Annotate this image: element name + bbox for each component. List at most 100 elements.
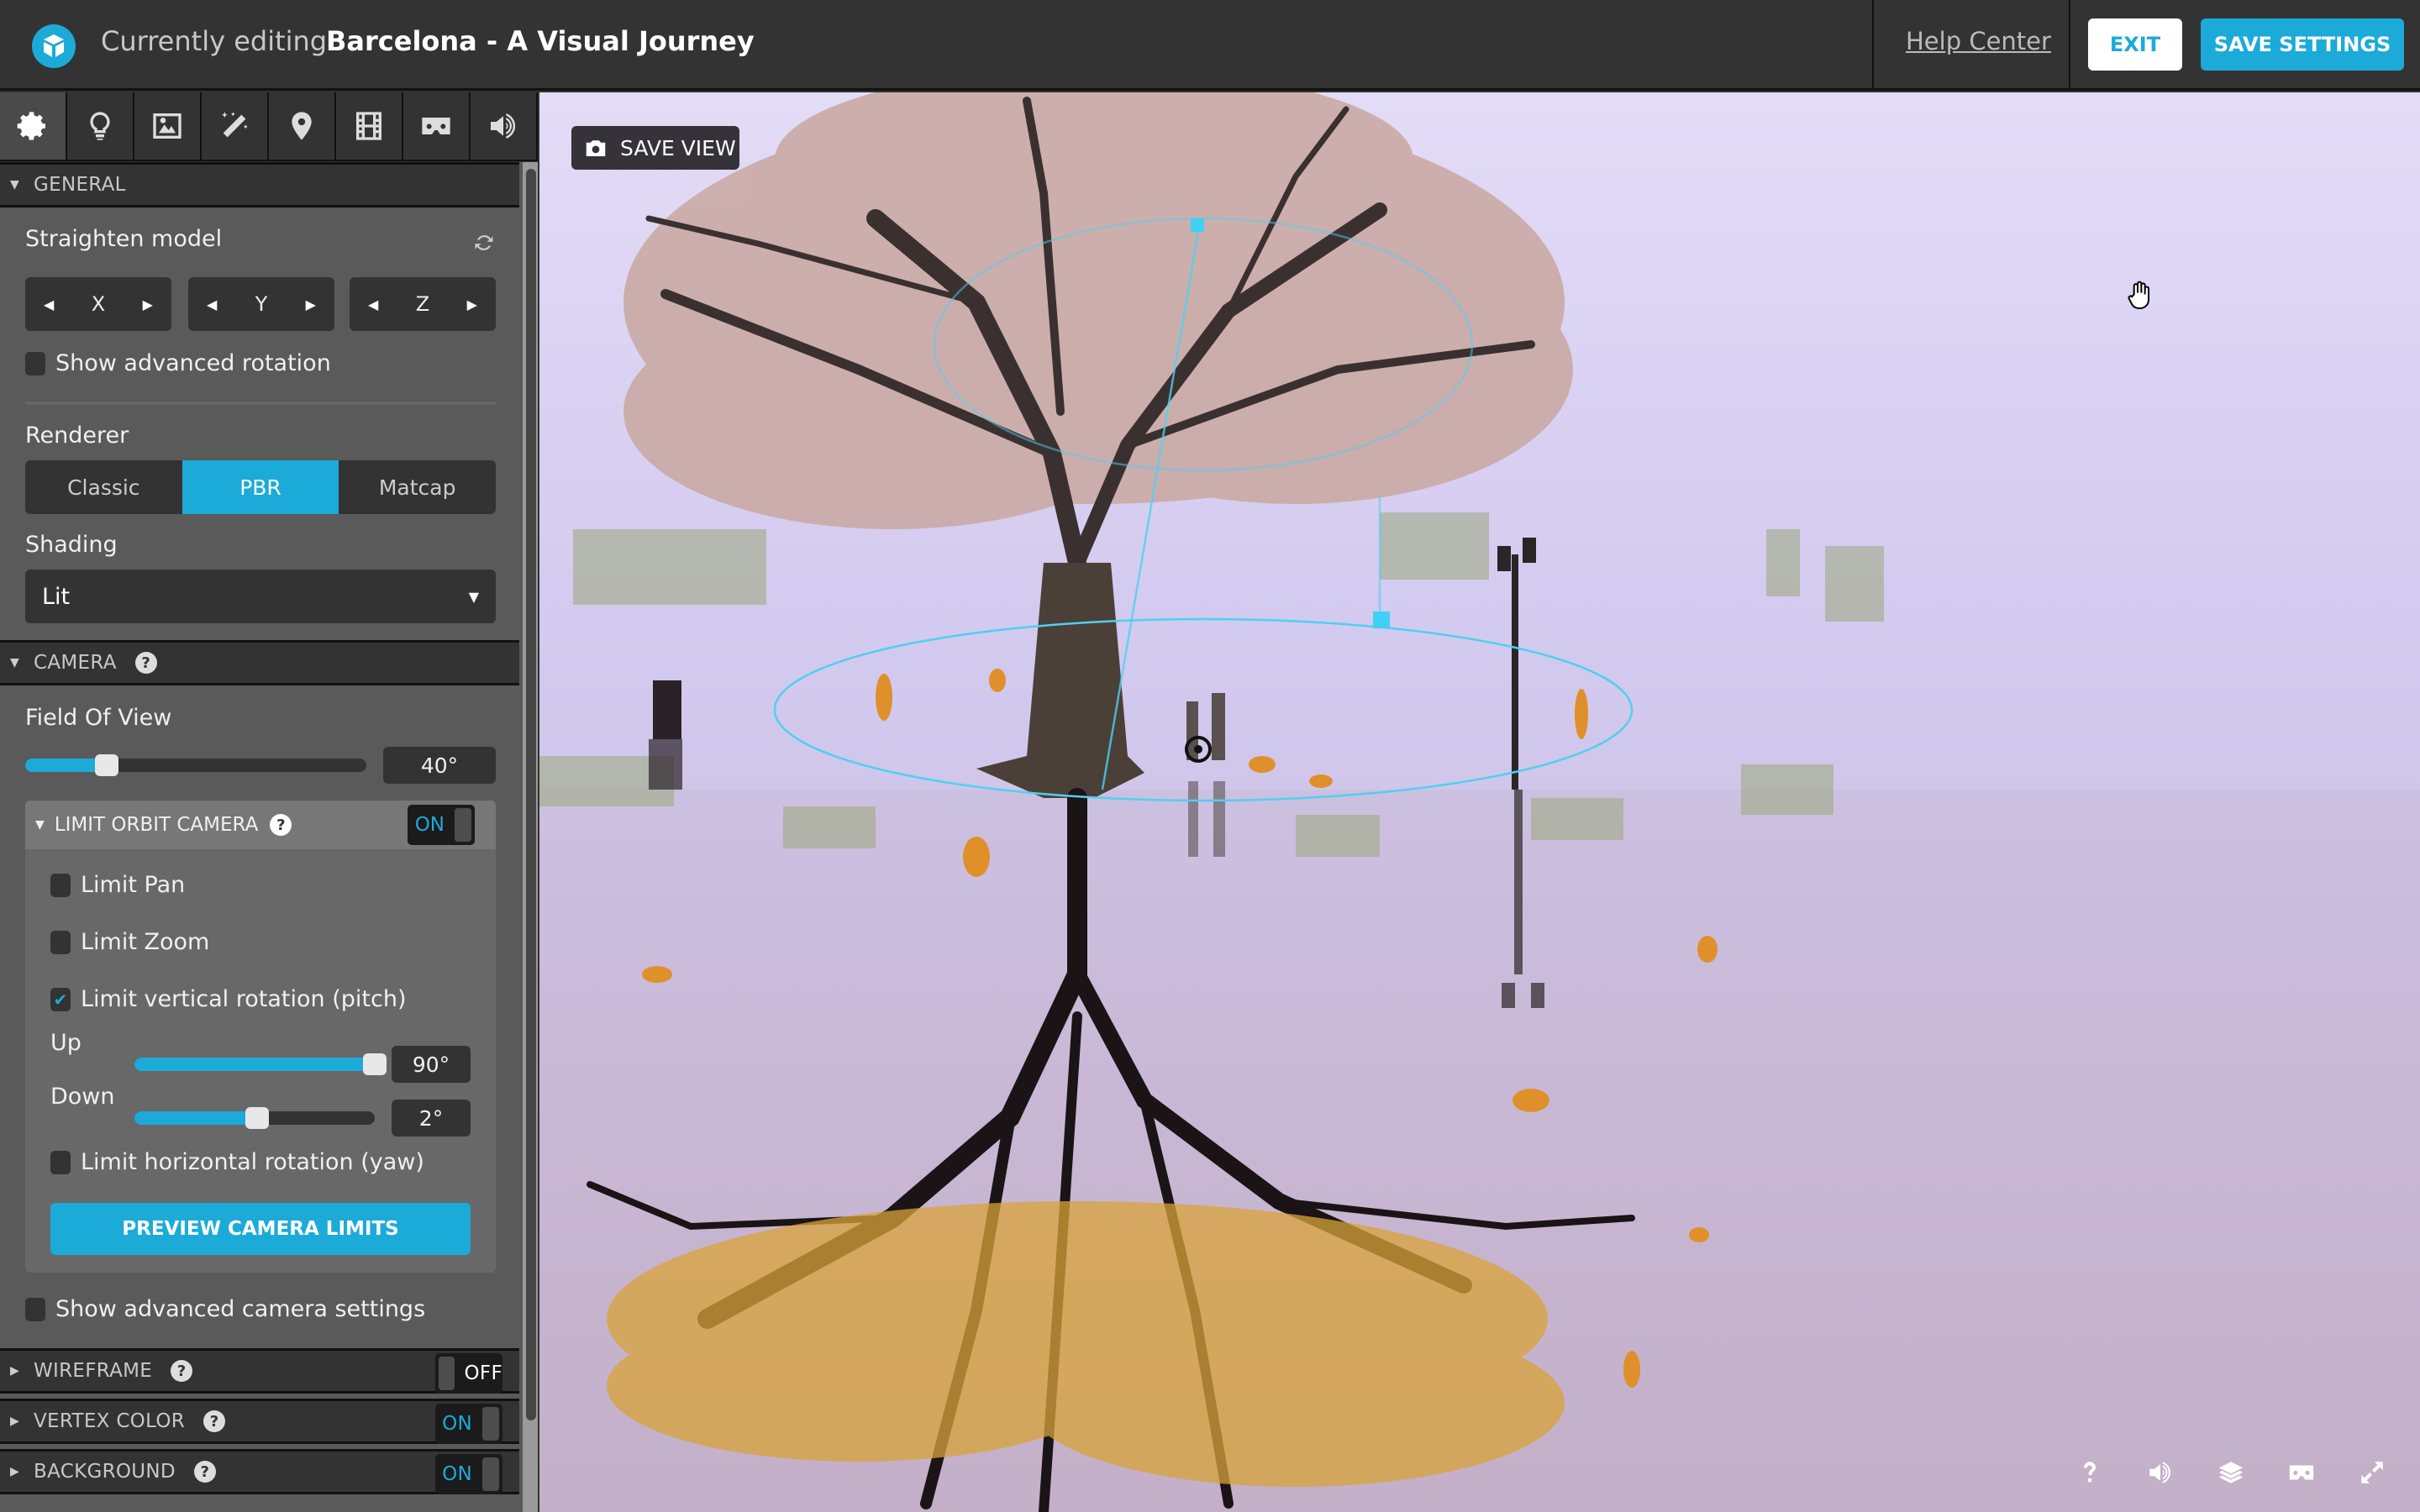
toggle-knob (455, 808, 471, 842)
fov-label: Field Of View (25, 705, 172, 731)
preview-camera-limits-button[interactable]: PREVIEW CAMERA LIMITS (50, 1203, 471, 1255)
rotate-y-left-button[interactable]: ◀ (207, 297, 217, 312)
sidebar-scrollbar[interactable] (521, 162, 538, 1512)
shading-select[interactable]: Lit ▼ (25, 570, 496, 623)
help-icon[interactable]: ? (171, 1360, 193, 1382)
magic-wand-icon (222, 112, 248, 138)
slider-handle[interactable] (363, 1053, 387, 1075)
limit-orbit-toggle[interactable]: ON (408, 805, 475, 845)
viewer-help-button[interactable] (2075, 1458, 2104, 1487)
checkbox-label: Limit Zoom (81, 929, 210, 955)
show-advanced-rotation-checkbox[interactable]: Show advanced rotation (25, 350, 331, 376)
section-general-header[interactable]: ▼ GENERAL (0, 162, 519, 207)
toggle-state: ON (442, 1463, 472, 1485)
scrollbar-thumb[interactable] (526, 169, 536, 1420)
tab-sound[interactable] (471, 92, 538, 160)
rotate-x-left-button[interactable]: ◀ (44, 297, 54, 312)
section-title: WIREFRAME (34, 1360, 153, 1382)
help-icon[interactable]: ? (270, 814, 292, 836)
gizmo-handle (1191, 218, 1204, 232)
section-vertex-color-header[interactable]: ▶ VERTEX COLOR ? ON (0, 1399, 519, 1444)
rotate-z-right-button[interactable]: ▶ (467, 297, 477, 312)
caret-right-icon: ▶ (10, 1415, 20, 1428)
save-view-button[interactable]: SAVE VIEW (571, 126, 739, 170)
wireframe-toggle[interactable]: OFF (435, 1353, 502, 1394)
sketchfab-logo-icon[interactable] (32, 24, 76, 68)
fov-value[interactable]: 40° (383, 747, 496, 784)
bench (649, 680, 682, 790)
tab-lighting[interactable] (67, 92, 134, 160)
pitch-down-slider[interactable] (134, 1107, 375, 1129)
checkbox-box (25, 1297, 45, 1321)
pitch-up-slider[interactable] (134, 1053, 387, 1075)
chevron-down-icon: ▼ (468, 588, 479, 605)
show-advanced-camera-checkbox[interactable]: Show advanced camera settings (25, 1296, 425, 1322)
viewer-controls (2075, 1458, 2386, 1487)
help-icon[interactable]: ? (193, 1461, 216, 1483)
rotate-z-left-button[interactable]: ◀ (368, 297, 378, 312)
image-icon (153, 113, 182, 139)
limit-yaw-checkbox[interactable]: Limit horizontal rotation (yaw) (50, 1149, 424, 1175)
gear-icon (17, 112, 46, 140)
rotate-x-right-button[interactable]: ▶ (143, 297, 153, 312)
slider-fill (134, 1111, 257, 1125)
checkmark-icon: ✔ (50, 987, 71, 1011)
viewer-layers-button[interactable] (2217, 1458, 2245, 1487)
pitch-down-value[interactable]: 2° (392, 1100, 471, 1137)
help-icon[interactable]: ? (203, 1410, 226, 1432)
shading-label: Shading (25, 532, 118, 558)
save-view-label: SAVE VIEW (620, 135, 736, 160)
vr-icon (2289, 1465, 2314, 1480)
checkbox-box (50, 873, 71, 897)
help-icon[interactable]: ? (134, 652, 157, 674)
renderer-option-classic[interactable]: Classic (25, 460, 182, 514)
background-toggle[interactable]: ON (435, 1454, 502, 1494)
tab-annotations[interactable] (269, 92, 336, 160)
3d-viewport[interactable]: SAVE VIEW (539, 92, 2420, 1512)
viewer-sound-button[interactable] (2146, 1458, 2175, 1487)
section-background-header[interactable]: ▶ BACKGROUND ? ON (0, 1449, 519, 1494)
tab-post-processing[interactable] (202, 92, 269, 160)
tab-materials[interactable] (134, 92, 202, 160)
pitch-up-value[interactable]: 90° (392, 1046, 471, 1083)
help-center-link[interactable]: Help Center (1906, 27, 2051, 55)
renderer-label: Renderer (25, 423, 129, 449)
limit-zoom-checkbox[interactable]: Limit Zoom (50, 929, 209, 955)
rotate-y-right-button[interactable]: ▶ (306, 297, 316, 312)
checkbox-label: Limit Pan (81, 872, 186, 898)
section-camera-header[interactable]: ▼ CAMERA ? (0, 640, 519, 685)
caret-down-icon: ▼ (35, 818, 45, 832)
camera-icon (586, 140, 606, 156)
fov-slider[interactable] (25, 754, 366, 776)
section-wireframe-header[interactable]: ▶ WIREFRAME ? OFF (0, 1348, 519, 1394)
axis-label: X (91, 292, 106, 316)
tab-scene-settings[interactable] (0, 92, 67, 160)
axis-y-control: ◀ Y ▶ (188, 277, 334, 331)
reset-rotation-icon[interactable] (472, 231, 496, 255)
axis-x-control: ◀ X ▶ (25, 277, 171, 331)
straighten-model-label: Straighten model (25, 226, 223, 252)
checkbox-label: Show advanced camera settings (55, 1296, 426, 1322)
checkbox-box (50, 930, 71, 954)
limit-orbit-header[interactable]: ▼ LIMIT ORBIT CAMERA ? ON (25, 801, 496, 849)
layers-icon (2218, 1462, 2244, 1483)
tab-vr[interactable] (403, 92, 471, 160)
viewer-fullscreen-button[interactable] (2358, 1458, 2386, 1487)
vertex-color-toggle[interactable]: ON (435, 1404, 502, 1444)
limit-pitch-checkbox[interactable]: ✔ Limit vertical rotation (pitch) (50, 986, 406, 1012)
exit-button[interactable]: EXIT (2088, 18, 2182, 71)
model-title: Barcelona - A Visual Journey (326, 25, 755, 57)
renderer-option-pbr[interactable]: PBR (182, 460, 339, 514)
checkbox-label: Limit vertical rotation (pitch) (81, 986, 407, 1012)
tab-animation[interactable] (336, 92, 403, 160)
viewer-vr-button[interactable] (2287, 1458, 2316, 1487)
renderer-option-matcap[interactable]: Matcap (339, 460, 496, 514)
slider-handle[interactable] (245, 1107, 269, 1129)
caret-down-icon: ▼ (10, 656, 20, 669)
slider-handle[interactable] (95, 754, 119, 776)
limit-pan-checkbox[interactable]: Limit Pan (50, 872, 185, 898)
toggle-state: ON (414, 814, 445, 836)
save-settings-button[interactable]: SAVE SETTINGS (2201, 18, 2404, 71)
section-title: BACKGROUND (34, 1461, 176, 1483)
hand-cursor-icon (2128, 281, 2149, 309)
